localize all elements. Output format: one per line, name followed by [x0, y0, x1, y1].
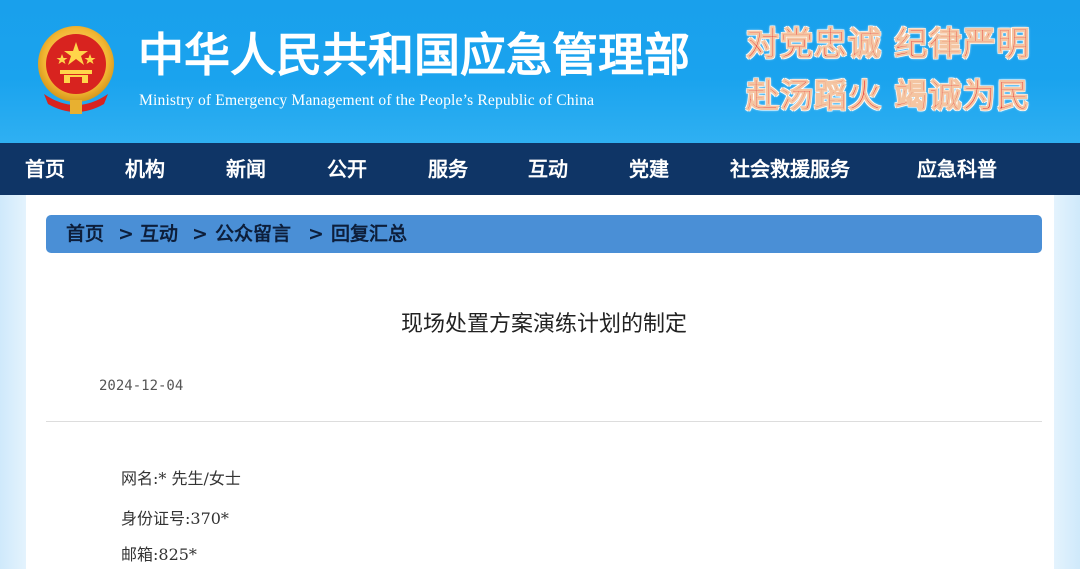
ministry-title-en: Ministry of Emergency Management of the … [139, 92, 595, 109]
nav-item-home[interactable]: 首页 [25, 143, 65, 195]
slogan-line-1: 对党忠诚 纪律严明 [746, 24, 1031, 64]
main-nav: 首页 机构 新闻 公开 服务 互动 党建 社会救援服务 应急科普 [0, 143, 1080, 195]
nav-item-service[interactable]: 服务 [428, 143, 468, 195]
field-email: 邮箱:825* [121, 545, 197, 564]
nav-item-public[interactable]: 公开 [327, 143, 367, 195]
page-side-right [1054, 195, 1080, 569]
breadcrumb-interaction[interactable]: 互动 [140, 215, 178, 253]
nav-item-interaction[interactable]: 互动 [528, 143, 568, 195]
breadcrumb-separator: > [118, 223, 134, 245]
field-id-number: 身份证号:370* [121, 509, 229, 528]
field-nickname: 网名:* 先生/女士 [121, 469, 241, 488]
article-title: 现场处置方案演练计划的制定 [400, 312, 687, 337]
breadcrumb-public-message[interactable]: 公众留言 [215, 215, 291, 253]
nav-item-science[interactable]: 应急科普 [917, 143, 997, 195]
breadcrumb-home[interactable]: 首页 [66, 215, 104, 253]
national-emblem-icon [38, 26, 114, 114]
breadcrumb-reply-summary[interactable]: 回复汇总 [331, 215, 407, 253]
nav-item-rescue-service[interactable]: 社会救援服务 [730, 143, 850, 195]
slogan-line-2: 赴汤蹈火 竭诚为民 [746, 76, 1031, 116]
page-side-left [0, 195, 26, 569]
divider [46, 421, 1042, 422]
article-date: 2024-12-04 [99, 378, 184, 394]
breadcrumb: 首页 > 互动 > 公众留言 > 回复汇总 [46, 215, 1042, 253]
breadcrumb-separator: > [192, 223, 208, 245]
nav-item-party[interactable]: 党建 [629, 143, 669, 195]
ministry-title-cn: 中华人民共和国应急管理部 [138, 28, 690, 82]
site-header: 中华人民共和国应急管理部 Ministry of Emergency Manag… [0, 0, 1080, 143]
nav-item-news[interactable]: 新闻 [226, 143, 266, 195]
nav-item-organization[interactable]: 机构 [125, 143, 165, 195]
breadcrumb-separator: > [308, 223, 324, 245]
